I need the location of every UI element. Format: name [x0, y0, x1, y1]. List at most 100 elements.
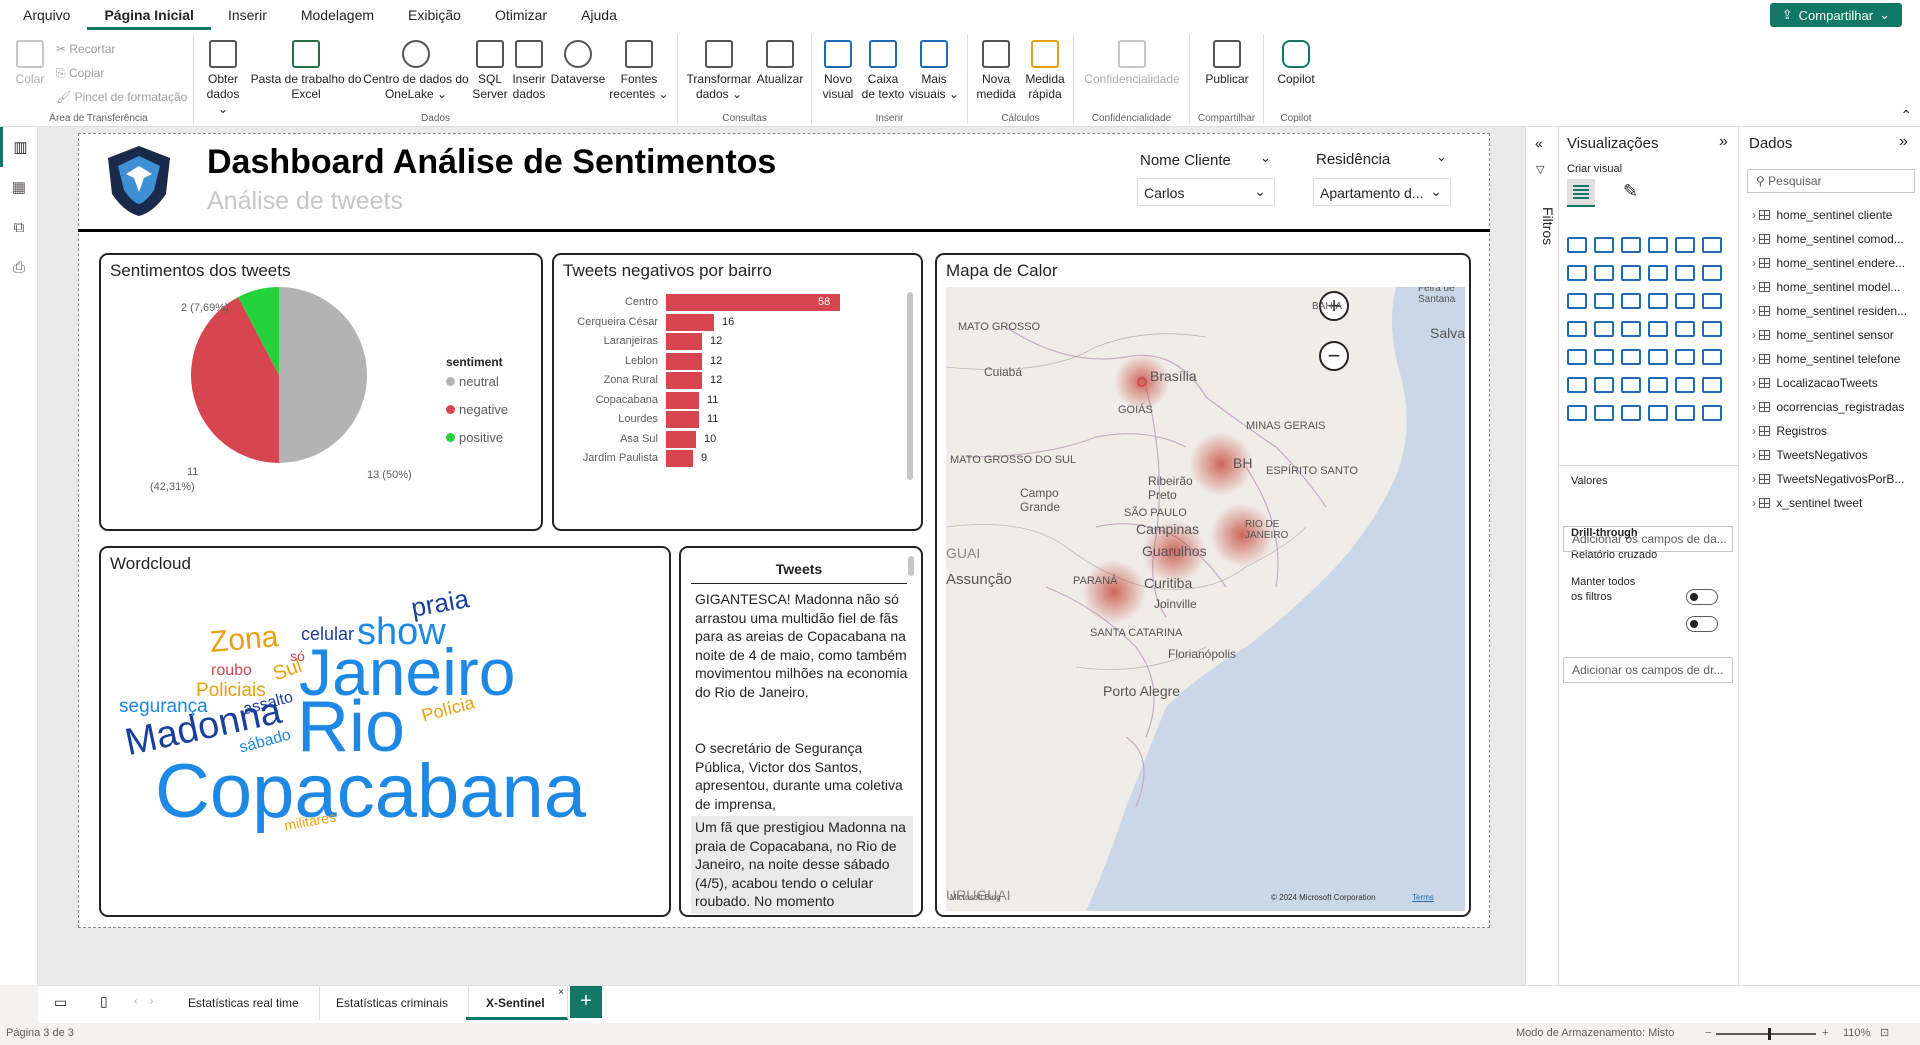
bar-jardim-paulista[interactable]	[666, 450, 693, 467]
paginated-visual-icon[interactable]	[1648, 377, 1668, 393]
bar-chart-visual[interactable]: Tweets negativos por bairro Centro 58 Cerq…	[552, 253, 923, 531]
add-page-button[interactable]: +	[570, 986, 602, 1018]
menu-pagina-inicial[interactable]: Página Inicial	[87, 0, 211, 30]
text-box-button[interactable]: Caixa de texto	[860, 40, 906, 102]
dataverse-button[interactable]: Dataverse	[550, 40, 606, 87]
copilot-button[interactable]: Copilot	[1270, 40, 1322, 87]
wordcloud-visual[interactable]: Wordcloud Copacabana Rio Janeiro Madonna…	[99, 546, 671, 917]
desktop-layout-icon[interactable]: ▭	[54, 994, 67, 1011]
python-visual-icon[interactable]	[1675, 349, 1695, 365]
quick-measure-button[interactable]: Medida rápida	[1020, 40, 1070, 102]
mobile-layout-icon[interactable]: ▯	[100, 993, 108, 1010]
close-icon[interactable]: ×	[558, 976, 564, 1010]
legend-item-positive[interactable]: positive	[446, 430, 508, 458]
funnel-visual-icon[interactable]	[1567, 293, 1587, 309]
line-visual-icon[interactable]	[1567, 265, 1587, 281]
filters-pane-collapsed[interactable]: « ▽ Filtros	[1525, 127, 1558, 985]
scatter-visual-icon[interactable]	[1594, 293, 1614, 309]
sql-server-button[interactable]: SQL Server	[472, 40, 508, 102]
legend-item-negative[interactable]: negative	[446, 402, 508, 430]
map-visual-icon[interactable]	[1702, 293, 1722, 309]
cut-button[interactable]: ✂ Recortar	[56, 42, 115, 56]
tweet-row[interactable]: GIGANTESCA! Madonna não só arrastou uma …	[695, 590, 909, 701]
collapse-data-icon[interactable]: »	[1899, 133, 1908, 151]
scorecard-visual-icon[interactable]	[1594, 405, 1614, 421]
line-column-visual-icon[interactable]	[1648, 265, 1668, 281]
paste-button[interactable]: Colar	[10, 40, 50, 87]
bar-laranjeiras[interactable]	[666, 333, 702, 350]
matrix-visual-icon[interactable]	[1621, 349, 1641, 365]
new-visual-button[interactable]: Novo visual	[818, 40, 858, 102]
data-table-item[interactable]: › home_sentinel residen...	[1752, 304, 1907, 318]
clustered-column-visual-icon[interactable]	[1648, 237, 1668, 253]
zoom-thumb[interactable]	[1768, 1028, 1771, 1040]
format-painter-button[interactable]: 🖌 Pincel de formatação	[56, 90, 187, 104]
gauge-visual-icon[interactable]	[1621, 321, 1641, 337]
r-visual-visual-icon[interactable]	[1648, 349, 1668, 365]
get-data-button[interactable]: Obter dados ⌄	[200, 40, 246, 117]
tweet-row[interactable]: Um fã que prestigiou Madonna na praia de…	[691, 816, 913, 914]
data-table-item[interactable]: › LocalizacaoTweets	[1752, 376, 1878, 390]
cross-report-toggle[interactable]	[1686, 589, 1718, 605]
data-table-item[interactable]: › TweetsNegativosPorB...	[1752, 472, 1904, 486]
data-table-item[interactable]: › home_sentinel sensor	[1752, 328, 1894, 342]
narrative-visual-icon[interactable]	[1621, 377, 1641, 393]
format-visual-icon[interactable]: ✎	[1623, 181, 1638, 202]
page-tab[interactable]: Estatísticas criminais	[316, 986, 470, 1020]
map-canvas[interactable]: + − BAHIA MATO GROSSO Cuiabá Brasília GO…	[946, 287, 1465, 911]
bar-leblon[interactable]	[666, 352, 702, 370]
data-table-item[interactable]: › home_sentinel cliente	[1752, 208, 1892, 222]
card-visual-icon[interactable]	[1648, 321, 1668, 337]
multirow-card-visual-icon[interactable]	[1675, 321, 1695, 337]
bar-cerqueira-césar[interactable]	[666, 313, 714, 331]
pie-slice-neutral[interactable]	[279, 287, 367, 463]
zoom-out-icon[interactable]: −	[1705, 1027, 1711, 1039]
treemap-visual-icon[interactable]	[1675, 293, 1695, 309]
menu-modelagem[interactable]: Modelagem	[284, 0, 391, 30]
bar-lourdes[interactable]	[666, 411, 699, 428]
bar-asa-sul[interactable]	[666, 430, 696, 448]
donut-visual-icon[interactable]	[1648, 293, 1668, 309]
smart-narrative-visual-icon[interactable]	[1675, 405, 1695, 421]
enter-data-button[interactable]: Inserir dados	[510, 40, 548, 102]
menu-otimizar[interactable]: Otimizar	[478, 0, 564, 30]
collapse-visualizations-icon[interactable]: »	[1719, 133, 1728, 151]
filled-map-visual-icon[interactable]	[1567, 321, 1587, 337]
menu-exibicao[interactable]: Exibição	[391, 0, 478, 30]
data-table-item[interactable]: › home_sentinel endere...	[1752, 256, 1905, 270]
stacked-bar-visual-icon[interactable]	[1567, 237, 1587, 253]
diamond-visual-icon[interactable]	[1648, 405, 1668, 421]
stacked-column-visual-icon[interactable]	[1594, 237, 1614, 253]
tweet-row[interactable]: O secretário de Segurança Pública, Victo…	[695, 739, 909, 813]
data-table-item[interactable]: › home_sentinel telefone	[1752, 352, 1900, 366]
bar-zona-rural[interactable]	[666, 372, 702, 389]
model-view-icon[interactable]: ⧉	[0, 207, 38, 247]
keep-filters-toggle[interactable]	[1686, 616, 1718, 632]
publish-button[interactable]: Publicar	[1196, 40, 1258, 87]
pie-chart-visual[interactable]: Sentimentos dos tweets 2 (7,69%) 11 (42,…	[99, 253, 543, 531]
clustered-bar-visual-icon[interactable]	[1621, 237, 1641, 253]
menu-arquivo[interactable]: Arquivo	[6, 0, 87, 30]
azure-map-visual-icon[interactable]	[1594, 321, 1614, 337]
next-page-icon[interactable]: ›	[150, 996, 153, 1007]
dax-query-icon[interactable]: ⎙	[0, 247, 38, 287]
ribbon-visual-icon[interactable]	[1675, 265, 1695, 281]
bar-chart-scrollbar[interactable]	[907, 292, 913, 480]
100-bar-visual-icon[interactable]	[1675, 237, 1695, 253]
data-table-item[interactable]: › Registros	[1752, 424, 1827, 438]
page-tab-active[interactable]: X-Sentinel ×	[466, 986, 568, 1020]
map-terms-link[interactable]: Terms	[1412, 893, 1434, 902]
table-view-icon[interactable]: ▦	[0, 167, 38, 207]
trophy-visual-icon[interactable]	[1567, 405, 1587, 421]
data-table-item[interactable]: › home_sentinel model...	[1752, 280, 1900, 294]
data-table-item[interactable]: › home_sentinel comod...	[1752, 232, 1904, 246]
pie-visual-icon[interactable]	[1621, 293, 1641, 309]
bar-copacabana[interactable]	[666, 391, 699, 409]
data-table-item[interactable]: › TweetsNegativos	[1752, 448, 1868, 462]
collapse-ribbon-icon[interactable]: ⌃	[1900, 107, 1912, 124]
drillthrough-drop-field[interactable]: Adicionar os campos de dr...	[1563, 657, 1733, 683]
build-visual-tab[interactable]	[1567, 179, 1595, 207]
bar-centro[interactable]	[666, 294, 840, 311]
legend-item-neutral[interactable]: neutral	[446, 374, 508, 402]
new-measure-button[interactable]: Nova medida	[974, 40, 1018, 102]
